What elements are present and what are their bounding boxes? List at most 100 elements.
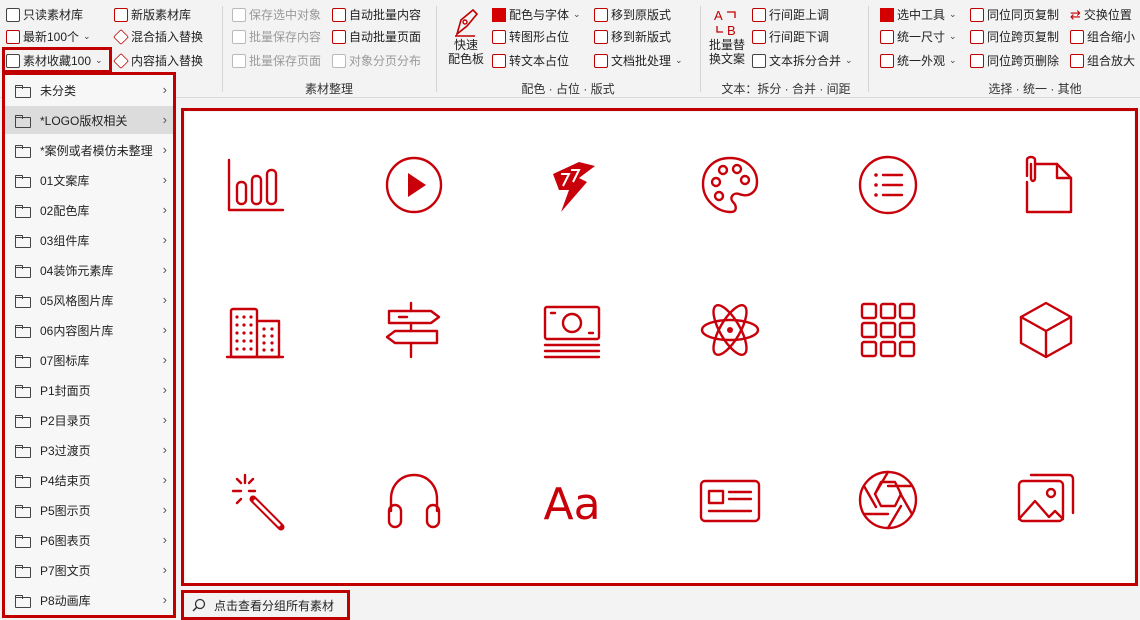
icon-tile[interactable] xyxy=(685,285,775,375)
grid-icon xyxy=(860,302,916,358)
menu-item-label: 04装饰元素库 xyxy=(40,263,114,278)
menu-item[interactable]: 07图标库 › xyxy=(5,346,173,374)
menu-item[interactable]: 02配色库 › xyxy=(5,196,173,224)
menu-item[interactable]: P4结束页 › xyxy=(5,466,173,494)
svg-text:Aa: Aa xyxy=(543,479,600,530)
cube-icon xyxy=(1019,301,1073,359)
icon-tile[interactable] xyxy=(1001,140,1091,230)
icon-tile[interactable] xyxy=(1001,455,1091,545)
group-enlarge-button[interactable]: 组合放大 xyxy=(1070,50,1135,71)
icon-tile[interactable] xyxy=(685,455,775,545)
unify-look-button[interactable]: 统一外观 ⌄ xyxy=(880,50,957,71)
batch-save-content-button[interactable]: 批量保存内容 xyxy=(232,26,321,47)
icon-tile[interactable] xyxy=(369,455,459,545)
icon-tile[interactable] xyxy=(685,140,775,230)
icon-tile[interactable] xyxy=(211,140,301,230)
list-icon xyxy=(858,155,918,215)
icon-tile[interactable] xyxy=(369,140,459,230)
group-shrink-button[interactable]: 组合缩小 xyxy=(1070,26,1135,47)
icon-tile[interactable] xyxy=(843,140,933,230)
icon-tile[interactable] xyxy=(1001,285,1091,375)
text-split-merge-button[interactable]: 文本拆分合并 ⌄ xyxy=(752,50,853,71)
magic-wand-icon xyxy=(231,473,285,531)
favorites-100-button[interactable]: 素材收藏100 ⌄ xyxy=(6,50,103,71)
play-circle-icon xyxy=(385,156,443,214)
swap-position-button[interactable]: ⇄ 交换位置 xyxy=(1070,4,1132,25)
to-text-placeholder-button[interactable]: 转文本占位 xyxy=(492,50,569,71)
same-position-copy-button[interactable]: 同位同页复制 xyxy=(970,4,1059,25)
icon-gallery-panel: Aa xyxy=(186,112,1134,584)
icon-tile[interactable] xyxy=(211,285,301,375)
chevron-right-icon: › xyxy=(162,592,167,607)
readonly-library-button[interactable]: 只读素材库 xyxy=(6,4,83,25)
save-icon xyxy=(232,53,246,68)
latest-100-button[interactable]: 最新100个 ⌄ xyxy=(6,26,91,47)
chevron-right-icon: › xyxy=(162,562,167,577)
chevron-right-icon: › xyxy=(162,172,167,187)
menu-item[interactable]: *LOGO版权相关 › xyxy=(5,106,173,134)
menu-item[interactable]: P8动画库 › xyxy=(5,586,173,614)
menu-item-label: P5图示页 xyxy=(40,503,91,518)
icon-tile[interactable] xyxy=(211,455,301,545)
cross-page-copy-button[interactable]: 同位跨页复制 xyxy=(970,26,1059,47)
chevron-down-icon: ⌄ xyxy=(949,55,957,65)
folder-icon xyxy=(15,564,31,578)
content-insert-replace-button[interactable]: 内容插入替换 xyxy=(113,50,203,71)
chevron-right-icon: › xyxy=(162,472,167,487)
menu-item[interactable]: 04装饰元素库 › xyxy=(5,256,173,284)
line-spacing-down-button[interactable]: 行间距下调 xyxy=(752,26,829,47)
menu-item[interactable]: 05风格图片库 › xyxy=(5,286,173,314)
menu-item[interactable]: P1封面页 › xyxy=(5,376,173,404)
view-all-materials-button[interactable]: 点击查看分组所有素材 xyxy=(186,594,346,616)
menu-item-label: 06内容图片库 xyxy=(40,323,114,338)
line-spacing-up-button[interactable]: 行间距上调 xyxy=(752,4,829,25)
chevron-right-icon: › xyxy=(162,142,167,157)
move-to-new-layout-button[interactable]: 移到新版式 xyxy=(594,26,671,47)
menu-item-label: *案例或者模仿未整理 xyxy=(40,143,153,158)
menu-item[interactable]: 03组件库 › xyxy=(5,226,173,254)
menu-item[interactable]: P2目录页 › xyxy=(5,406,173,434)
menu-item[interactable]: 未分类 › xyxy=(5,76,173,104)
new-library-button[interactable]: 新版素材库 xyxy=(114,4,191,25)
menu-item-label: *LOGO版权相关 xyxy=(40,113,128,128)
auto-batch-content-button[interactable]: 自动批量内容 xyxy=(332,4,421,25)
favorites-dropdown-menu: 未分类 › *LOGO版权相关 › *案例或者模仿未整理 › 01文案库 › 02配色库 › 03组… xyxy=(4,74,174,618)
cross-page-delete-button[interactable]: 同位跨页删除 xyxy=(970,50,1059,71)
icon-tile[interactable] xyxy=(527,285,617,375)
move-icon xyxy=(594,29,608,44)
batch-replace-text-button[interactable]: A B 批量替 换文案 xyxy=(706,6,748,66)
resize-icon xyxy=(880,29,894,44)
menu-item[interactable]: 06内容图片库 › xyxy=(5,316,173,344)
icon-tile[interactable]: Aa xyxy=(527,455,617,545)
save-selected-button[interactable]: 保存选中对象 xyxy=(232,4,321,25)
shape-icon xyxy=(492,29,506,44)
buildings-icon xyxy=(225,307,285,359)
object-page-distribution-button[interactable]: 对象分页分布 xyxy=(332,50,421,71)
images-icon xyxy=(1017,473,1075,523)
pen-nib-icon xyxy=(455,8,479,37)
menu-item[interactable]: 01文案库 › xyxy=(5,166,173,194)
color-font-button[interactable]: 配色与字体 ⌄ xyxy=(492,4,581,25)
ribbon-separator xyxy=(700,6,701,92)
menu-item[interactable]: *案例或者模仿未整理 › xyxy=(5,136,173,164)
move-to-old-layout-button[interactable]: 移到原版式 xyxy=(594,4,671,25)
menu-item[interactable]: P5图示页 › xyxy=(5,496,173,524)
chevron-right-icon: › xyxy=(162,292,167,307)
auto-batch-page-button[interactable]: 自动批量页面 xyxy=(332,26,421,47)
select-tool-button[interactable]: 选中工具 ⌄ xyxy=(880,4,957,25)
unify-size-button[interactable]: 统一尺寸 ⌄ xyxy=(880,26,957,47)
icon-tile[interactable] xyxy=(369,285,459,375)
icon-tile[interactable] xyxy=(843,455,933,545)
icon-tile[interactable] xyxy=(527,140,617,230)
menu-item[interactable]: P7图文页 › xyxy=(5,556,173,584)
menu-item[interactable]: P3过渡页 › xyxy=(5,436,173,464)
quick-color-board-button[interactable]: 快速 配色板 xyxy=(446,6,486,66)
text-placeholder-icon xyxy=(492,53,506,68)
doc-batch-button[interactable]: 文档批处理 ⌄ xyxy=(594,50,683,71)
mixed-insert-replace-button[interactable]: 混合插入替换 xyxy=(113,26,203,47)
to-shape-placeholder-button[interactable]: 转图形占位 xyxy=(492,26,569,47)
menu-item-label: 02配色库 xyxy=(40,203,90,218)
batch-save-page-button[interactable]: 批量保存页面 xyxy=(232,50,321,71)
menu-item[interactable]: P6图表页 › xyxy=(5,526,173,554)
icon-tile[interactable] xyxy=(843,285,933,375)
